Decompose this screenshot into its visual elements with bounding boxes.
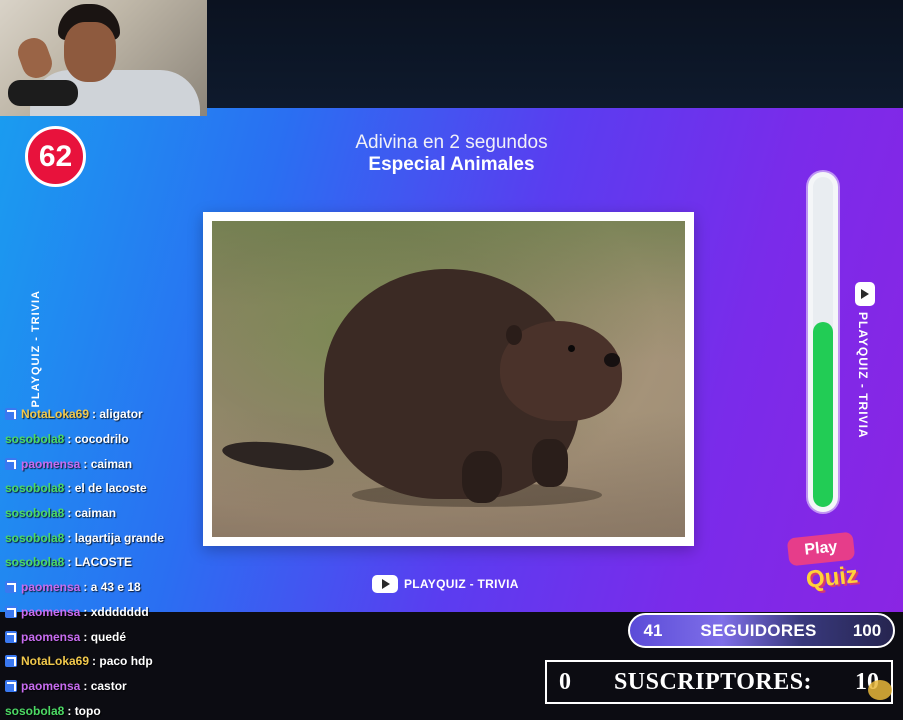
chat-username[interactable]: paomensa [21,679,80,693]
beaver-ear [506,325,522,345]
chat-username[interactable]: NotaLoka69 [21,407,89,421]
chat-text: : lagartija grande [67,530,165,545]
chat-username[interactable]: paomensa [21,457,80,471]
chat-username[interactable]: NotaLoka69 [21,654,89,668]
chat-message: paomensa: castor [5,674,285,699]
chat-text: : caiman [83,456,133,471]
chat-badge-icon [5,679,17,692]
channel-label-text: PLAYQUIZ - TRIVIA [404,577,519,591]
channel-label: PLAYQUIZ - TRIVIA [372,575,519,593]
chat-badge-icon [5,655,17,668]
chat-text: : LACOSTE [67,555,133,570]
chat-message: sosobola8: LACOSTE [5,550,285,575]
chat-message: sosobola8: lagartija grande [5,525,285,550]
beaver-back-leg [532,439,568,487]
chat-username[interactable]: sosobola8 [5,432,64,446]
chat-message: sosobola8: cocodrilo [5,427,285,452]
subscribers-goal-box: 0 SUSCRIPTORES: 10 [545,660,893,704]
beaver-nose [604,353,620,367]
chat-username[interactable]: sosobola8 [5,704,64,718]
beaver-eye [568,345,575,352]
chat-text: : xddddddd [83,604,149,619]
chat-text: : paco hdp [92,654,153,669]
followers-goal-bar: 41 SEGUIDORES 100 [628,613,895,648]
chat-username[interactable]: sosobola8 [5,481,64,495]
chat-text: : castor [83,678,127,693]
chat-message: paomensa: quedé [5,624,285,649]
question-counter: 62 [25,126,86,187]
mini-logo-icon [868,680,892,700]
chat-message: NotaLoka69: aligator [5,402,285,427]
chat-text: : caiman [67,506,117,521]
chat-username[interactable]: paomensa [21,630,80,644]
youtube-icon [855,282,875,306]
chat-message: paomensa: xddddddd [5,600,285,625]
chat-badge-icon [5,605,17,618]
chat-text: : a 43 e 18 [83,580,141,595]
followers-label: SEGUIDORES [700,620,817,640]
webcam-face [64,22,116,82]
chat-badge-icon [5,408,17,421]
chat-text: : topo [67,703,101,718]
chat-text: : aligator [92,407,143,422]
timer-fill [813,322,833,507]
microphone [8,80,78,106]
chat-badge-icon [5,581,17,594]
subscribers-label: SUSCRIPTORES: [613,668,813,695]
chat-badge-icon [5,457,17,470]
timer-bar [808,172,838,512]
chat-message: paomensa: caiman [5,451,285,476]
chat-message: paomensa: a 43 e 18 [5,575,285,600]
quiz-title: Adivina en 2 segundos [355,132,548,153]
playquiz-logo: Play Quiz [786,531,870,601]
side-label-left: PLAYQUIZ - TRIVIA [30,290,42,408]
beaver-front-leg [462,451,502,503]
youtube-icon [372,575,398,593]
chat-username[interactable]: sosobola8 [5,531,64,545]
webcam-feed [0,0,207,116]
chat-username[interactable]: sosobola8 [5,506,64,520]
chat-text: : cocodrilo [67,432,129,447]
chat-username[interactable]: paomensa [21,580,80,594]
chat-message: NotaLoka69: paco hdp [5,649,285,674]
chat-message: sosobola8: topo [5,698,285,720]
chat-message: sosobola8: el de lacoste [5,476,285,501]
chat-username[interactable]: sosobola8 [5,555,64,569]
quiz-subtitle: Especial Animales [368,154,535,175]
followers-current: 41 [643,620,663,640]
chat-badge-icon [5,630,17,643]
chat-username[interactable]: paomensa [21,605,80,619]
side-label-right: PLAYQUIZ - TRIVIA [856,312,870,439]
subscribers-current: 0 [559,668,571,695]
chat-feed: NotaLoka69: aligator sosobola8: cocodrilo… [5,402,285,720]
logo-quiz: Quiz [804,561,860,594]
timer-track [813,177,833,507]
chat-text: : quedé [83,629,127,644]
chat-message: sosobola8: caiman [5,501,285,526]
chat-text: : el de lacoste [67,481,147,496]
followers-target: 100 [852,620,882,640]
